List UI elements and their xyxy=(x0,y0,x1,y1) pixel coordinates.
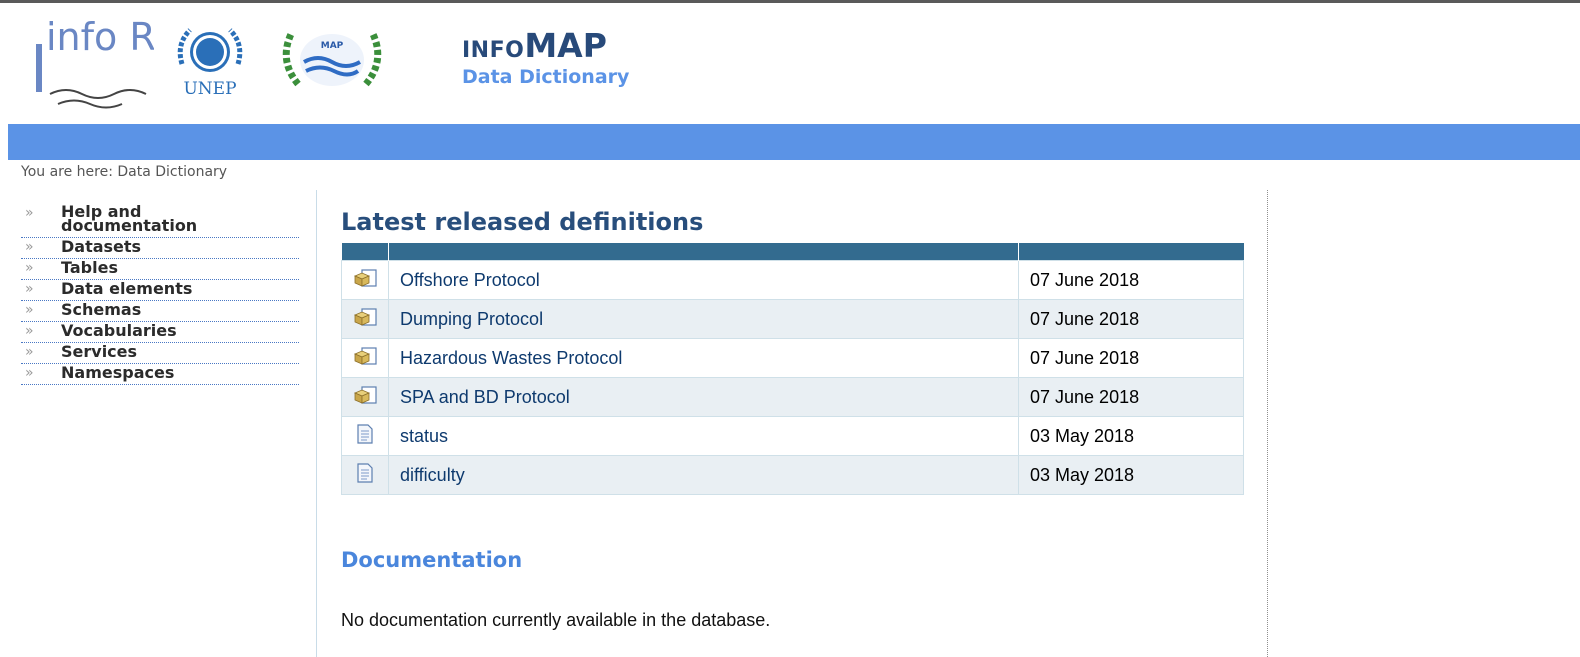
table-row: Hazardous Wastes Protocol 07 June 2018 xyxy=(341,338,1244,378)
definition-date: 07 June 2018 xyxy=(1018,338,1244,378)
menu-item-label[interactable]: Schemas xyxy=(61,302,141,318)
unep-logo-text: UNEP xyxy=(183,79,236,98)
unep-logo[interactable]: UNEP xyxy=(168,24,252,99)
menu-item-vocabularies[interactable]: » Vocabularies xyxy=(21,322,299,343)
menu-item-tables[interactable]: » Tables xyxy=(21,259,299,280)
table-row: Offshore Protocol 07 June 2018 xyxy=(341,260,1244,300)
table-cell-icon xyxy=(341,416,389,456)
menu-item-label[interactable]: Vocabularies xyxy=(61,323,177,339)
package-icon xyxy=(353,307,377,326)
definition-date: 07 June 2018 xyxy=(1018,260,1244,300)
definition-date: 07 June 2018 xyxy=(1018,377,1244,417)
menu-item-label[interactable]: Data elements xyxy=(61,281,192,297)
definition-date: 03 May 2018 xyxy=(1018,416,1244,456)
top-border xyxy=(0,0,1580,3)
breadcrumb: You are here: Data Dictionary xyxy=(21,164,228,180)
definition-date: 07 June 2018 xyxy=(1018,299,1244,339)
chevron-right-icon: » xyxy=(25,281,34,297)
menu-item-label[interactable]: Services xyxy=(61,344,137,360)
chevron-right-icon: » xyxy=(25,239,34,255)
definition-name-link[interactable]: difficulty xyxy=(388,455,1019,495)
table-row: status 03 May 2018 xyxy=(341,416,1244,456)
definition-date: 03 May 2018 xyxy=(1018,455,1244,495)
table-header-row xyxy=(341,243,1244,261)
latest-definitions-table: Offshore Protocol 07 June 2018 Dumping P… xyxy=(341,243,1244,495)
table-header-name-column xyxy=(388,243,1019,261)
table-row: difficulty 03 May 2018 xyxy=(341,455,1244,495)
menu-item-label[interactable]: Help and documentation xyxy=(61,204,251,234)
table-cell-icon xyxy=(341,260,389,300)
menu-item-schemas[interactable]: » Schemas xyxy=(21,301,299,322)
inforac-logo[interactable]: info RAC xyxy=(32,14,206,110)
documentation-heading: Documentation xyxy=(341,548,523,572)
package-icon xyxy=(353,346,377,365)
definition-name-link[interactable]: Dumping Protocol xyxy=(388,299,1019,339)
chevron-right-icon: » xyxy=(25,302,34,318)
table-cell-icon xyxy=(341,299,389,339)
chevron-right-icon: » xyxy=(25,260,34,276)
menu-item-data-elements[interactable]: » Data elements xyxy=(21,280,299,301)
definition-name-link[interactable]: Offshore Protocol xyxy=(388,260,1019,300)
menu-item-label[interactable]: Tables xyxy=(61,260,118,276)
menu-item-services[interactable]: » Services xyxy=(21,343,299,364)
map-logo[interactable]: MAP xyxy=(276,24,388,92)
chevron-right-icon: » xyxy=(25,205,34,221)
inforac-logo-top-text: info RAC xyxy=(46,15,154,59)
table-cell-icon xyxy=(341,455,389,495)
map-logo-text: MAP xyxy=(321,41,344,51)
latest-definitions-heading: Latest released definitions xyxy=(341,208,704,236)
definition-name-link[interactable]: status xyxy=(388,416,1019,456)
table-cell-icon xyxy=(341,338,389,378)
table-row: Dumping Protocol 07 June 2018 xyxy=(341,299,1244,339)
site-subtitle: Data Dictionary xyxy=(462,66,630,88)
site-title-main: MAP xyxy=(524,26,607,65)
left-navigation-menu: » Help and documentation » Datasets » Ta… xyxy=(21,204,299,385)
document-icon xyxy=(357,423,373,444)
content-divider-right xyxy=(1267,190,1268,657)
chevron-right-icon: » xyxy=(25,344,34,360)
menu-item-label[interactable]: Datasets xyxy=(61,239,141,255)
table-row: SPA and BD Protocol 07 June 2018 xyxy=(341,377,1244,417)
table-header-date-column xyxy=(1018,243,1244,261)
top-navigation-bar xyxy=(8,124,1580,160)
table-header-icon-column xyxy=(341,243,389,261)
package-icon xyxy=(353,268,377,287)
site-title[interactable]: INFOMAP xyxy=(462,26,607,65)
definition-name-link[interactable]: SPA and BD Protocol xyxy=(388,377,1019,417)
menu-item-help-and-documentation[interactable]: » Help and documentation xyxy=(21,204,299,238)
package-icon xyxy=(353,385,377,404)
content-divider-left xyxy=(316,190,317,657)
chevron-right-icon: » xyxy=(25,323,34,339)
menu-item-datasets[interactable]: » Datasets xyxy=(21,238,299,259)
site-title-prefix: INFO xyxy=(462,38,525,63)
document-icon xyxy=(357,462,373,483)
table-cell-icon xyxy=(341,377,389,417)
chevron-right-icon: » xyxy=(25,365,34,381)
documentation-text: No documentation currently available in … xyxy=(341,610,771,630)
menu-item-label[interactable]: Namespaces xyxy=(61,365,174,381)
definition-name-link[interactable]: Hazardous Wastes Protocol xyxy=(388,338,1019,378)
menu-item-namespaces[interactable]: » Namespaces xyxy=(21,364,299,385)
